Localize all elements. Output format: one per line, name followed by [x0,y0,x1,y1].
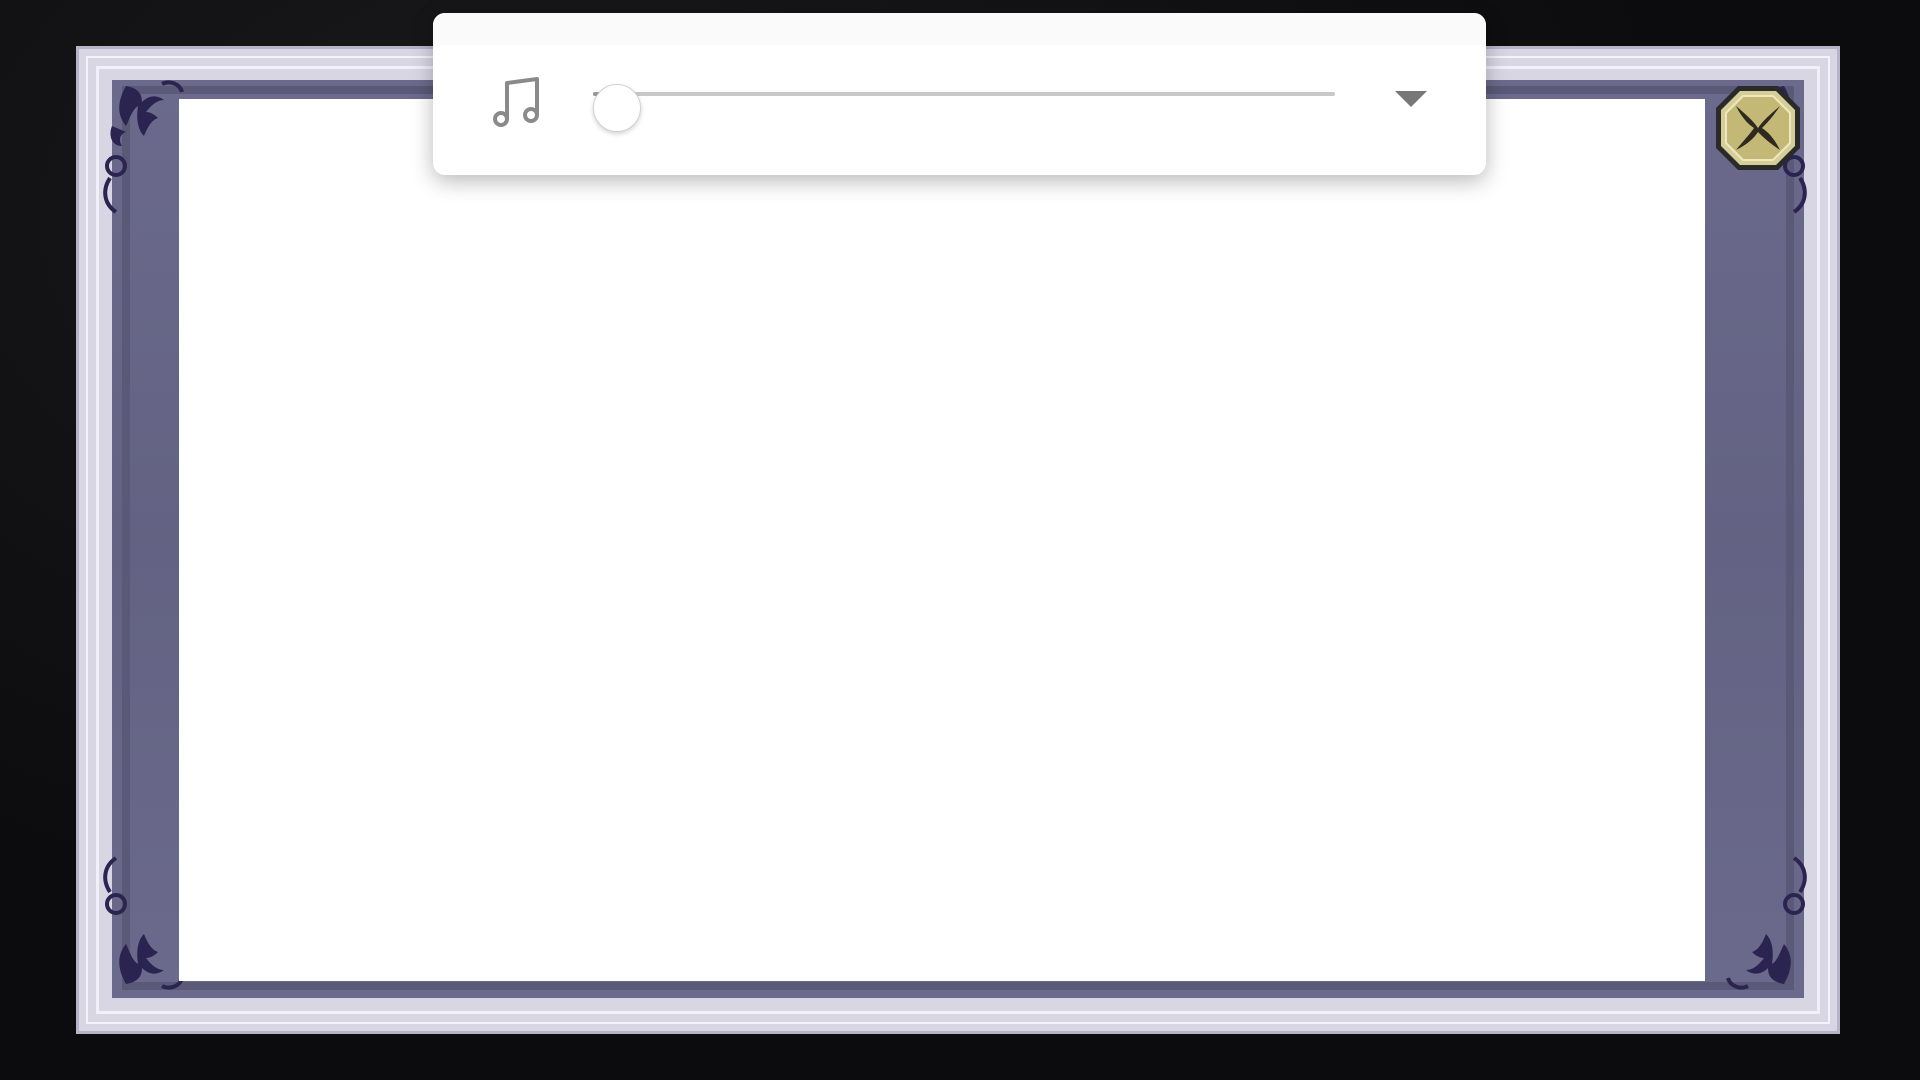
music-note-icon [493,77,539,127]
game-background [0,0,1920,1080]
dropdown-button[interactable] [1387,81,1435,115]
fleur-de-lis-icon [103,856,184,990]
close-icon [1716,86,1800,170]
music-panel-header [433,13,1486,45]
fleur-de-lis-icon [1726,856,1807,990]
fleur-de-lis-icon [103,80,184,214]
volume-slider-thumb[interactable] [593,84,641,132]
volume-slider-track[interactable] [593,92,1335,96]
dialog-content-panel [179,99,1705,981]
chevron-down-icon [1395,91,1427,107]
close-button[interactable] [1712,82,1804,174]
music-player-panel [433,13,1486,175]
